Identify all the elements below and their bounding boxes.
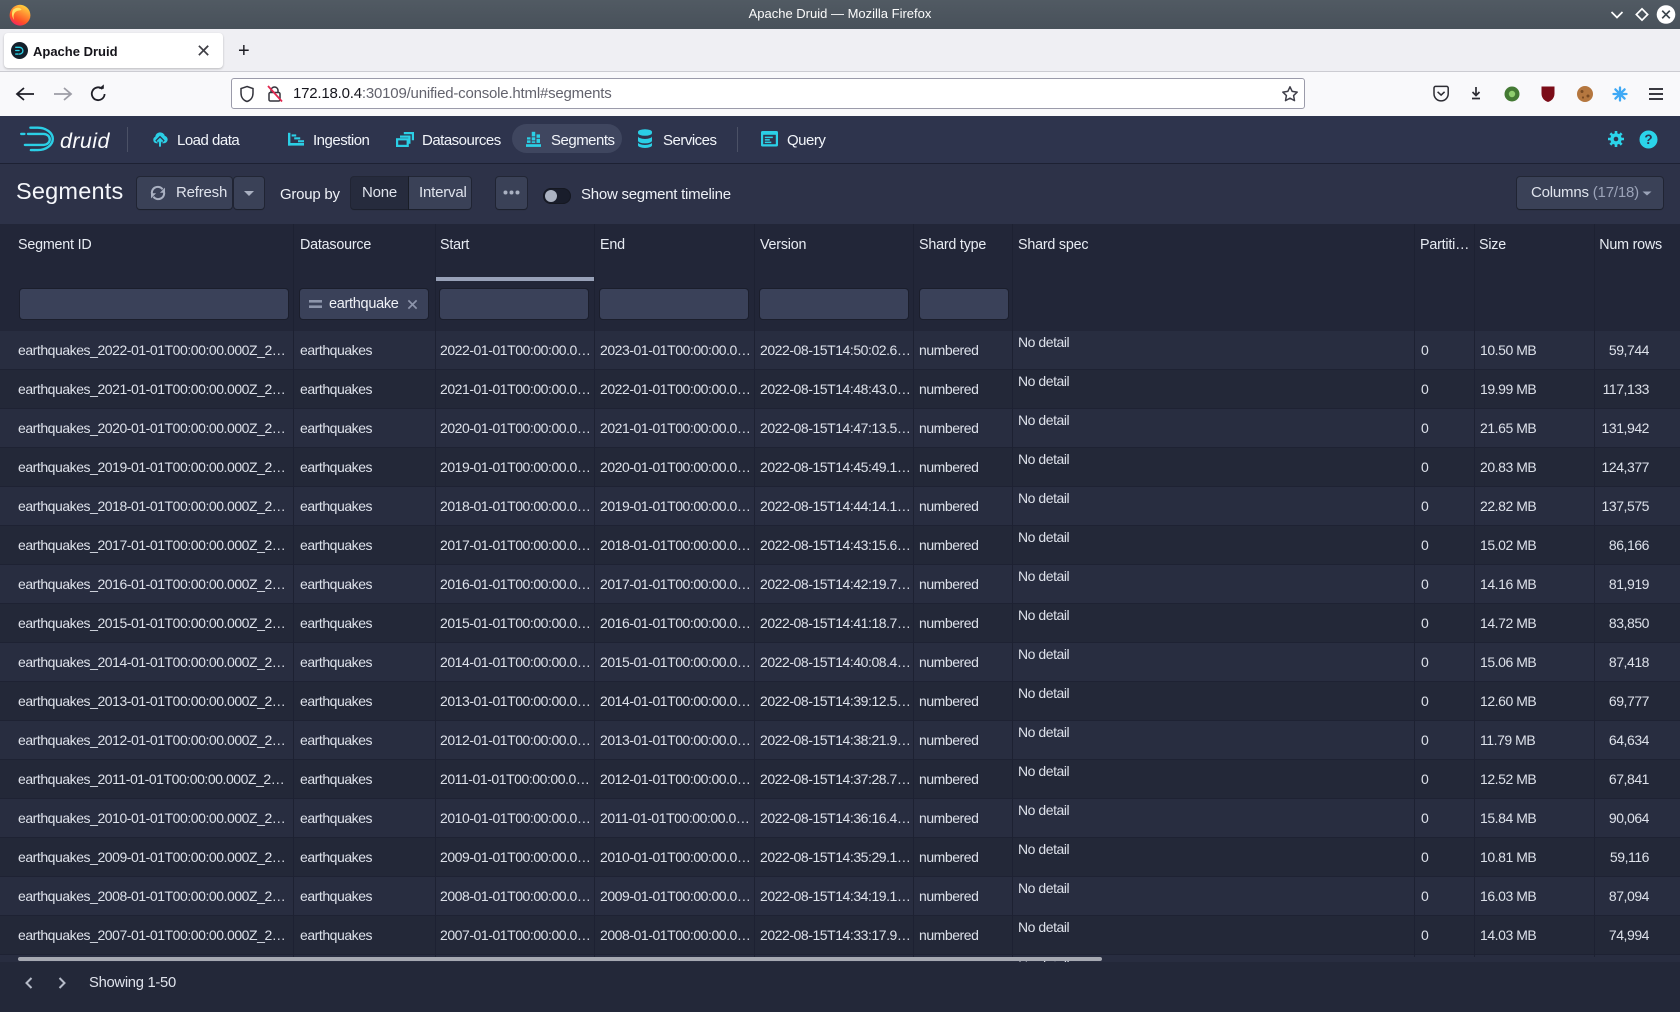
svg-text:?: ?	[1644, 132, 1652, 147]
